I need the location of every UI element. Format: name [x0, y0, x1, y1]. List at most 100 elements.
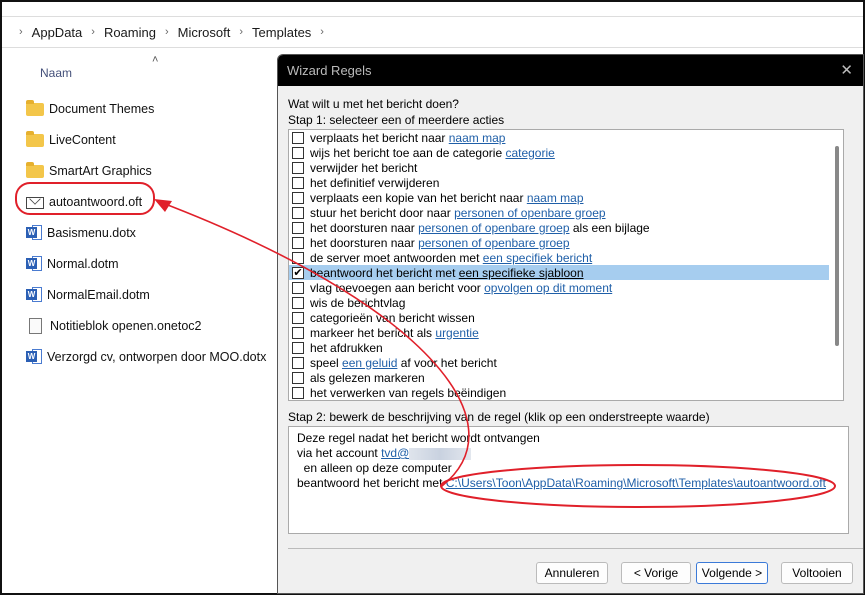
action-link[interactable]: een specifiek bericht: [483, 251, 592, 265]
checkbox[interactable]: [292, 371, 304, 384]
action-text: het doorsturen naar: [310, 235, 419, 250]
action-text: het definitief verwijderen: [310, 175, 440, 190]
checkbox[interactable]: [292, 191, 304, 204]
file-item[interactable]: W Verzorgd cv, ontworpen door MOO.dotx: [26, 341, 266, 372]
action-row[interactable]: categorieën van bericht wissen: [289, 310, 829, 325]
chevron-right-icon[interactable]: ›: [91, 26, 95, 38]
checkbox[interactable]: [292, 326, 304, 339]
chevron-right-icon[interactable]: ›: [320, 26, 324, 38]
checkbox[interactable]: [292, 206, 304, 219]
checkbox[interactable]: [292, 356, 304, 369]
action-text: wijs het bericht toe aan de categorie: [310, 145, 506, 160]
file-name: SmartArt Graphics: [49, 163, 152, 178]
action-link[interactable]: categorie: [505, 146, 554, 160]
action-row[interactable]: markeer het bericht als urgentie: [289, 325, 829, 340]
chevron-right-icon[interactable]: ›: [165, 26, 169, 38]
file-name: LiveContent: [49, 132, 116, 147]
desc-line: en alleen op deze computer: [297, 461, 452, 475]
action-row[interactable]: het afdrukken: [289, 340, 829, 355]
action-link[interactable]: opvolgen op dit moment: [484, 281, 612, 295]
action-text: af voor het bericht: [397, 355, 497, 370]
breadcrumb-roaming[interactable]: Roaming: [104, 25, 156, 40]
desc-line: beantwoord het bericht met C:\Users\Toon…: [297, 476, 840, 491]
dialog-titlebar[interactable]: Wizard Regels ✕: [278, 55, 863, 86]
action-row[interactable]: de server moet antwoorden met een specif…: [289, 250, 829, 265]
desc-line: via het account tvd@: [297, 446, 840, 461]
checkbox[interactable]: [292, 236, 304, 249]
action-row[interactable]: verwijder het bericht: [289, 160, 829, 175]
action-row[interactable]: als gelezen markeren: [289, 370, 829, 385]
file-name: Normal.dotm: [47, 256, 119, 271]
action-link[interactable]: personen of openbare groep: [418, 236, 569, 250]
action-row[interactable]: ✔ beantwoord het bericht met een specifie…: [289, 265, 829, 280]
file-item[interactable]: W Basismenu.dotx: [26, 217, 266, 248]
action-row[interactable]: speel een geluid af voor het bericht: [289, 355, 829, 370]
file-item[interactable]: W Normal.dotm: [26, 248, 266, 279]
cancel-button[interactable]: Annuleren: [536, 562, 608, 584]
checkbox[interactable]: [292, 251, 304, 264]
action-text: wis de berichtvlag: [310, 295, 406, 310]
file-item[interactable]: SmartArt Graphics: [26, 155, 266, 186]
action-row[interactable]: wijs het bericht toe aan de categorie ca…: [289, 145, 829, 160]
checkbox[interactable]: [292, 281, 304, 294]
chevron-right-icon[interactable]: ›: [239, 26, 243, 38]
word-macro-template-icon: W: [26, 255, 42, 272]
actions-list[interactable]: verplaats het bericht naar naam map wijs …: [288, 129, 844, 401]
checkbox[interactable]: [292, 146, 304, 159]
column-header-name[interactable]: Naam: [40, 66, 72, 80]
action-text: categorieën van bericht wissen: [310, 310, 475, 325]
file-item[interactable]: Document Themes: [26, 93, 266, 124]
checkbox[interactable]: [292, 296, 304, 309]
checkbox[interactable]: [292, 221, 304, 234]
redacted-account: [409, 447, 472, 460]
action-text: verplaats een kopie van het bericht naar: [310, 190, 527, 205]
action-row[interactable]: het verwerken van regels beëindigen: [289, 385, 829, 400]
action-row[interactable]: verplaats het bericht naar naam map: [289, 130, 829, 145]
file-item[interactable]: autoantwoord.oft: [26, 186, 266, 217]
action-link[interactable]: personen of openbare groep: [454, 206, 605, 220]
breadcrumb-microsoft[interactable]: Microsoft: [178, 25, 231, 40]
action-link[interactable]: personen of openbare groep: [418, 221, 569, 235]
action-text: het afdrukken: [310, 340, 383, 355]
checkbox[interactable]: [292, 161, 304, 174]
action-link[interactable]: naam map: [449, 131, 506, 145]
checkbox[interactable]: [292, 386, 304, 399]
checkbox[interactable]: [292, 341, 304, 354]
scrollbar-thumb[interactable]: [835, 146, 839, 346]
action-row[interactable]: het definitief verwijderen: [289, 175, 829, 190]
next-button[interactable]: Volgende >: [696, 562, 768, 584]
action-text: beantwoord het bericht met: [310, 265, 459, 280]
folder-icon: [26, 162, 44, 178]
back-button[interactable]: < Vorige: [621, 562, 691, 584]
action-link[interactable]: een geluid: [342, 356, 397, 370]
file-item[interactable]: Notitieblok openen.onetoc2: [26, 310, 266, 341]
action-row[interactable]: het doorsturen naar personen of openbare…: [289, 235, 829, 250]
checkbox[interactable]: [292, 311, 304, 324]
divider: [288, 548, 863, 549]
desc-text: via het account: [297, 446, 382, 460]
action-link[interactable]: urgentie: [435, 326, 478, 340]
file-name: autoantwoord.oft: [49, 194, 143, 209]
action-row[interactable]: vlag toevoegen aan bericht voor opvolgen…: [289, 280, 829, 295]
file-item[interactable]: W NormalEmail.dotm: [26, 279, 266, 310]
action-link[interactable]: een specifieke sjabloon: [459, 266, 584, 280]
checkbox[interactable]: [292, 131, 304, 144]
checkbox[interactable]: ✔: [292, 266, 304, 279]
action-row[interactable]: verplaats een kopie van het bericht naar…: [289, 190, 829, 205]
finish-button[interactable]: Voltooien: [781, 562, 853, 584]
file-item[interactable]: LiveContent: [26, 124, 266, 155]
action-row[interactable]: stuur het bericht door naar personen of …: [289, 205, 829, 220]
action-row[interactable]: wis de berichtvlag: [289, 295, 829, 310]
action-link[interactable]: naam map: [527, 191, 584, 205]
folder-icon: [26, 131, 44, 147]
breadcrumb-templates[interactable]: Templates: [252, 25, 311, 40]
template-path-link[interactable]: C:\Users\Toon\AppData\Roaming\Microsoft\…: [446, 476, 826, 490]
account-link[interactable]: tvd@: [381, 446, 409, 460]
chevron-right-icon[interactable]: ›: [19, 26, 23, 38]
file-name: Verzorgd cv, ontworpen door MOO.dotx: [47, 349, 267, 364]
breadcrumb-appdata[interactable]: AppData: [32, 25, 83, 40]
close-icon[interactable]: ✕: [840, 61, 853, 79]
action-row[interactable]: het doorsturen naar personen of openbare…: [289, 220, 829, 235]
breadcrumb: › AppData › Roaming › Microsoft › Templa…: [2, 16, 863, 48]
checkbox[interactable]: [292, 176, 304, 189]
